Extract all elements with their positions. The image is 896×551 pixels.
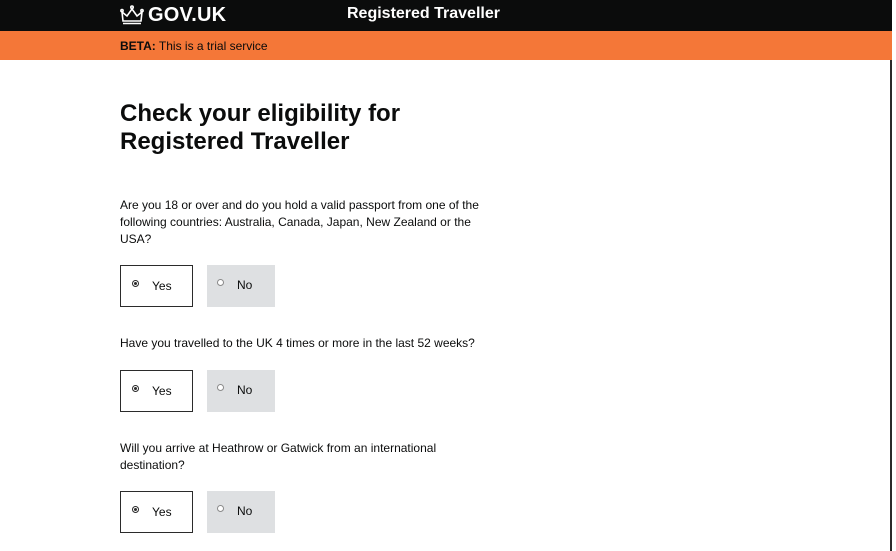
beta-message: This is a trial service (155, 39, 268, 53)
question-1-no-option[interactable]: No (207, 265, 275, 307)
question-2-no-option[interactable]: No (207, 370, 275, 412)
beta-banner-text: BETA: This is a trial service (120, 39, 268, 53)
yes-label: Yes (152, 279, 172, 293)
radio-selected-icon[interactable] (132, 506, 139, 513)
no-label: No (237, 383, 253, 397)
logo-text: GOV.UK (148, 3, 227, 26)
govuk-logo[interactable]: GOV.UK (120, 3, 226, 27)
service-name[interactable]: Registered Traveller (347, 5, 500, 23)
question-travel-frequency: Have you travelled to the UK 4 times or … (120, 336, 475, 350)
page-title: Check your eligibility for Registered Tr… (120, 100, 460, 156)
radio-unselected-icon[interactable] (217, 384, 224, 391)
question-2-yes-option[interactable]: Yes (120, 370, 193, 412)
site-header: GOV.UK Registered Traveller (0, 0, 892, 31)
radio-unselected-icon[interactable] (217, 505, 224, 512)
no-label: No (237, 278, 253, 292)
question-1-yes-option[interactable]: Yes (120, 265, 193, 307)
page-title-line2: Registered Traveller (120, 128, 350, 155)
radio-selected-icon[interactable] (132, 385, 139, 392)
question-age-passport: Are you 18 or over and do you hold a val… (120, 198, 479, 246)
radio-unselected-icon[interactable] (217, 279, 224, 286)
yes-label: Yes (152, 505, 172, 519)
radio-selected-icon[interactable] (132, 280, 139, 287)
no-label: No (237, 504, 253, 518)
yes-label: Yes (152, 384, 172, 398)
question-arrival-airport: Will you arrive at Heathrow or Gatwick f… (120, 441, 437, 472)
page-title-line1: Check your eligibility for (120, 100, 401, 127)
beta-tag: BETA: (120, 39, 156, 53)
question-3-no-option[interactable]: No (207, 491, 275, 533)
crown-icon (120, 5, 144, 25)
question-3-yes-option[interactable]: Yes (120, 491, 193, 533)
beta-banner: BETA: This is a trial service (0, 31, 892, 60)
